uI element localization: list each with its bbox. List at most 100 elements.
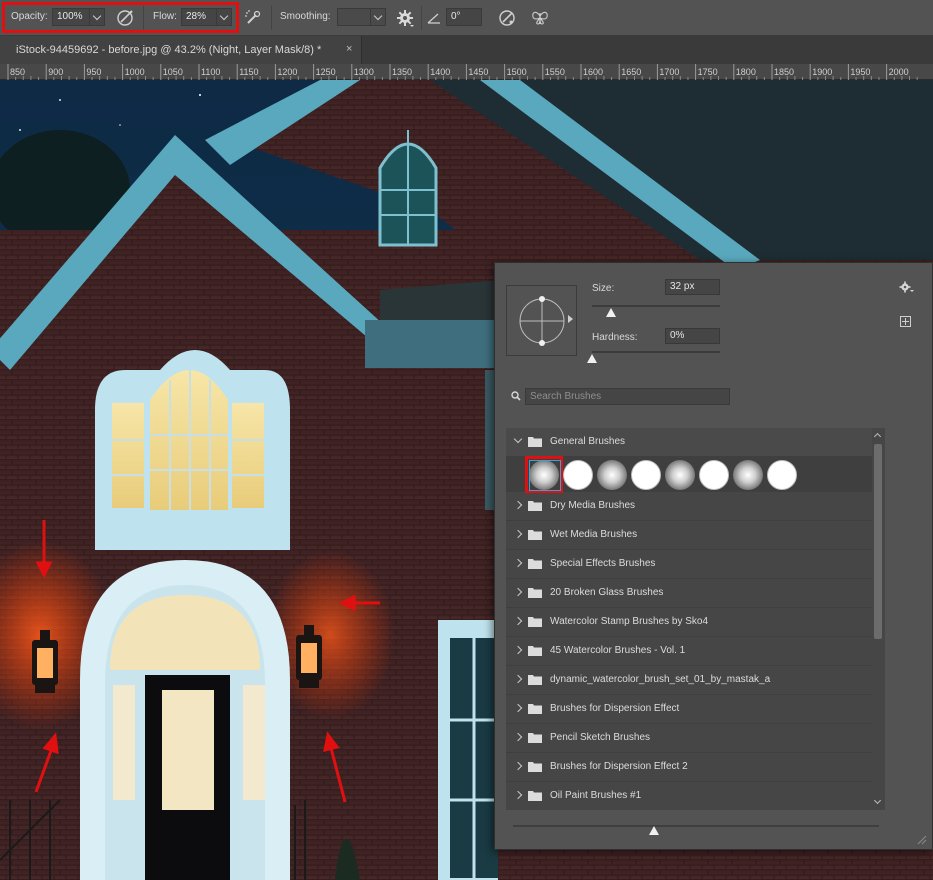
chevron-right-icon[interactable]: [513, 790, 523, 800]
brush-folder-row[interactable]: dynamic_watercolor_brush_set_01_by_masta…: [506, 666, 872, 695]
ruler-label: 1500: [507, 67, 527, 77]
brush-folder-row[interactable]: Brushes for Dispersion Effect 2: [506, 753, 872, 782]
ruler-label: 1150: [239, 67, 258, 77]
vertical-scrollbar[interactable]: [872, 428, 884, 810]
brush-tip-soft[interactable]: [733, 460, 763, 490]
scrollbar-thumb[interactable]: [874, 444, 882, 639]
brush-folder-row[interactable]: Oil Paint Brushes #1: [506, 782, 872, 810]
ruler-label: 1200: [277, 67, 297, 77]
brush-folder-row[interactable]: Brushes for Dispersion Effect: [506, 695, 872, 724]
symmetry-butterfly-icon[interactable]: [530, 8, 550, 28]
pressure-opacity-icon[interactable]: [115, 8, 135, 28]
brush-tip-hard[interactable]: [563, 460, 593, 490]
smoothing-field[interactable]: [337, 8, 371, 26]
folder-name: Brushes for Dispersion Effect: [550, 703, 680, 714]
folder-icon: [528, 588, 542, 598]
ruler-label: 1400: [430, 67, 450, 77]
brush-folder-row[interactable]: Pencil Sketch Brushes: [506, 724, 872, 753]
panel-settings-gear-icon[interactable]: [899, 281, 915, 295]
brush-folder-row[interactable]: Wet Media Brushes: [506, 521, 872, 550]
size-slider-thumb[interactable]: [606, 308, 616, 317]
search-brushes-input[interactable]: Search Brushes: [525, 388, 730, 405]
brush-tip-soft[interactable]: [665, 460, 695, 490]
chevron-right-icon[interactable]: [513, 732, 523, 742]
chevron-right-icon[interactable]: [513, 558, 523, 568]
document-tab-title: iStock-94459692 - before.jpg @ 43.2% (Ni…: [16, 44, 322, 56]
hardness-label: Hardness:: [592, 332, 638, 343]
new-preset-button[interactable]: [900, 316, 911, 327]
brush-folder-row[interactable]: Dry Media Brushes: [506, 492, 872, 521]
opacity-field[interactable]: 100%: [52, 8, 90, 26]
folder-name: dynamic_watercolor_brush_set_01_by_masta…: [550, 674, 771, 685]
brush-preset-list: General Brushes Dry Media Brushes Wet Med…: [506, 428, 885, 810]
chevron-right-icon[interactable]: [513, 500, 523, 510]
chevron-right-icon[interactable]: [513, 587, 523, 597]
resize-grip-icon[interactable]: [915, 833, 927, 845]
angle-icon: [427, 13, 440, 24]
size-slider-track[interactable]: [592, 305, 720, 307]
brush-folder-row[interactable]: Watercolor Stamp Brushes by Sko4: [506, 608, 872, 637]
preview-arrow-icon: [568, 315, 573, 323]
ruler-label: 1750: [698, 67, 718, 77]
ruler-ticks: 850 900 950 1000 1050 1100 1150 1200 1250 1300 135…: [7, 64, 918, 80]
ruler-label: 1650: [621, 67, 641, 77]
scroll-up-icon[interactable]: [873, 432, 882, 441]
folder-general-brushes[interactable]: General Brushes: [506, 428, 872, 457]
scroll-down-icon[interactable]: [873, 796, 882, 805]
document-tab[interactable]: iStock-94459692 - before.jpg @ 43.2% (Ni…: [0, 36, 362, 64]
folder-name: Watercolor Stamp Brushes by Sko4: [550, 616, 709, 627]
brush-folder-row[interactable]: 45 Watercolor Brushes - Vol. 1: [506, 637, 872, 666]
chevron-right-icon[interactable]: [513, 616, 523, 626]
ruler-label: 950: [86, 67, 101, 77]
hardness-slider-thumb[interactable]: [587, 354, 597, 363]
ruler-label: 1450: [468, 67, 488, 77]
close-tab-icon[interactable]: ×: [346, 43, 352, 55]
brush-folder-row[interactable]: 20 Broken Glass Brushes: [506, 579, 872, 608]
size-label: Size:: [592, 283, 615, 294]
folder-name: Oil Paint Brushes #1: [550, 790, 642, 801]
ruler-label: 1000: [125, 67, 145, 77]
folder-name: Pencil Sketch Brushes: [550, 732, 651, 743]
chevron-right-icon[interactable]: [513, 645, 523, 655]
airbrush-icon[interactable]: [243, 8, 263, 28]
brush-tip-hard[interactable]: [699, 460, 729, 490]
smoothing-settings-gear-icon[interactable]: [395, 8, 415, 28]
chevron-right-icon[interactable]: [513, 674, 523, 684]
folder-name: General Brushes: [550, 436, 626, 447]
horizontal-ruler[interactable]: 850 900 950 1000 1050 1100 1150 1200 1250 1300 135…: [0, 64, 933, 80]
flow-dropdown[interactable]: [216, 8, 232, 26]
pressure-size-icon[interactable]: [497, 8, 517, 28]
hardness-slider-track[interactable]: [592, 351, 720, 353]
smoothing-label: Smoothing:: [280, 11, 331, 22]
hardness-field[interactable]: 0%: [665, 328, 720, 344]
brush-tip-preview[interactable]: [506, 285, 577, 356]
folder-icon: [528, 646, 542, 656]
ruler-label: 850: [10, 67, 25, 77]
thumbnail-size-slider[interactable]: [513, 825, 879, 827]
flow-label: Flow:: [153, 11, 177, 22]
brush-folder-row[interactable]: Special Effects Brushes: [506, 550, 872, 579]
ruler-label: 1050: [163, 67, 183, 77]
folder-icon: [528, 501, 542, 511]
chevron-right-icon[interactable]: [513, 703, 523, 713]
thumbnail-size-thumb[interactable]: [649, 826, 659, 835]
folder-icon: [528, 791, 542, 801]
chevron-right-icon[interactable]: [513, 761, 523, 771]
brush-preset-panel: Size: 32 px Hardness: 0% Search Brushes …: [494, 262, 933, 850]
ruler-label: 1900: [812, 67, 832, 77]
brush-tip-hard[interactable]: [767, 460, 797, 490]
ruler-label: 1250: [316, 67, 336, 77]
chevron-right-icon[interactable]: [513, 529, 523, 539]
folder-name: 20 Broken Glass Brushes: [550, 587, 664, 598]
tab-bar: iStock-94459692 - before.jpg @ 43.2% (Ni…: [0, 36, 933, 64]
size-field[interactable]: 32 px: [665, 279, 720, 295]
angle-field[interactable]: 0°: [446, 8, 482, 26]
flow-field[interactable]: 28%: [181, 8, 217, 26]
smoothing-dropdown[interactable]: [370, 8, 386, 26]
opacity-dropdown[interactable]: [89, 8, 105, 26]
chevron-down-icon[interactable]: [513, 434, 523, 444]
brush-tip-soft[interactable]: [597, 460, 627, 490]
brush-tip-hard[interactable]: [631, 460, 661, 490]
folder-icon: [528, 704, 542, 714]
folder-icon: [528, 675, 542, 685]
